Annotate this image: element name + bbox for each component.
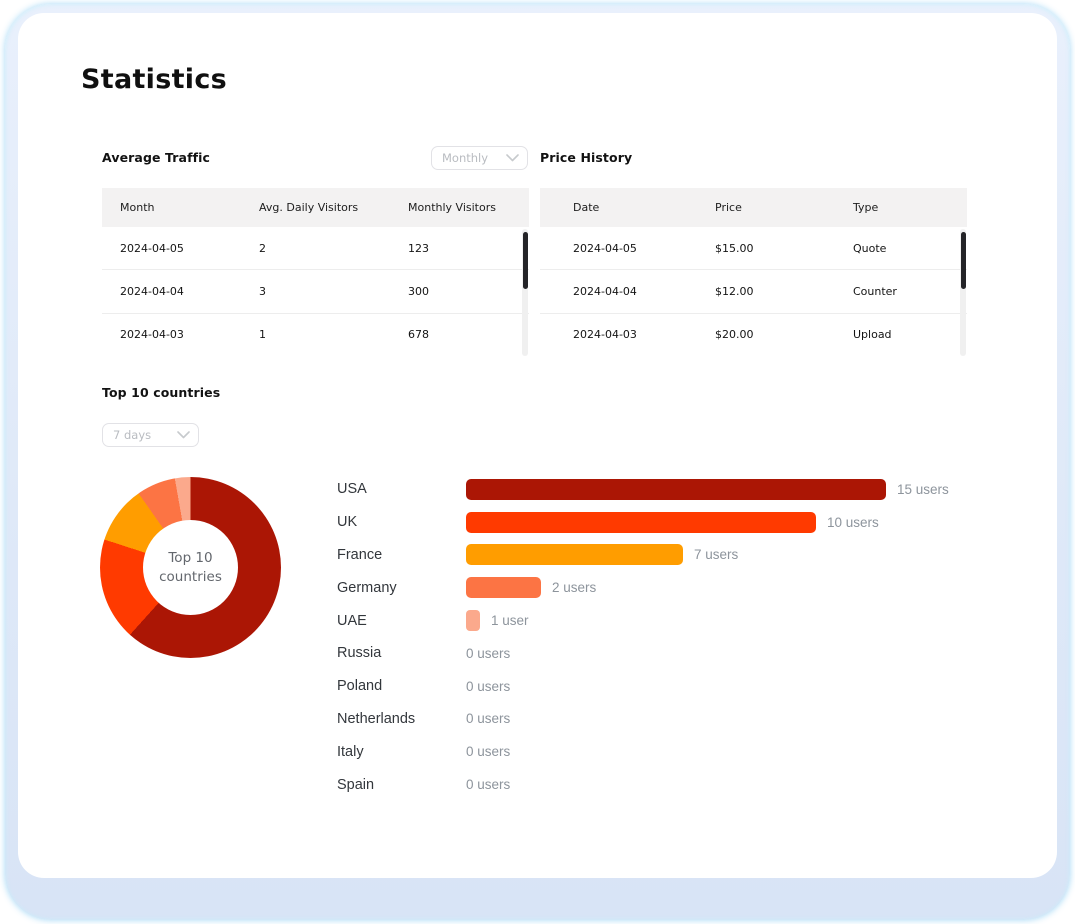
- scrollbar-track[interactable]: [522, 229, 528, 356]
- country-label: Russia: [337, 645, 466, 661]
- users-count-label: 0 users: [466, 777, 510, 792]
- country-label: UAE: [337, 613, 466, 629]
- countries-period-dropdown[interactable]: 7 days: [102, 423, 199, 447]
- average-traffic-heading: Average Traffic: [102, 150, 210, 165]
- scrollbar-track[interactable]: [960, 229, 966, 356]
- scrollbar-thumb[interactable]: [523, 232, 528, 289]
- table-cell: 123: [408, 242, 529, 255]
- bar-row: Italy0 users: [337, 735, 987, 768]
- column-header: Date: [573, 201, 715, 214]
- price-history-heading: Price History: [540, 150, 632, 165]
- table-body: 2024-04-0521232024-04-0433002024-04-0316…: [102, 227, 529, 356]
- donut-chart: Top 10 countries: [100, 477, 281, 658]
- column-header: Type: [853, 201, 967, 214]
- country-label: Germany: [337, 580, 466, 596]
- users-count-label: 0 users: [466, 711, 510, 726]
- table-cell: 2024-04-03: [573, 328, 715, 341]
- column-header: Avg. Daily Visitors: [259, 201, 408, 214]
- table-row: 2024-04-052123: [102, 227, 529, 270]
- users-count-label: 1 user: [491, 613, 529, 628]
- table-cell: 2024-04-05: [120, 242, 259, 255]
- bar-row: Russia0 users: [337, 637, 987, 670]
- table-cell: 2024-04-03: [120, 328, 259, 341]
- table-row: 2024-04-03$20.00Upload: [540, 314, 967, 356]
- price-history-table: DatePriceType 2024-04-05$15.00Quote2024-…: [540, 188, 967, 356]
- country-bar: [466, 479, 886, 500]
- country-bar: [466, 577, 541, 598]
- table-cell: $15.00: [715, 242, 853, 255]
- table-cell: 2: [259, 242, 408, 255]
- country-bar: [466, 544, 683, 565]
- page-title: Statistics: [81, 64, 227, 95]
- country-label: UK: [337, 514, 466, 530]
- users-count-label: 0 users: [466, 744, 510, 759]
- statistics-page: Statistics Average Traffic Monthly Price…: [0, 0, 1075, 924]
- chevron-down-icon: [177, 431, 190, 439]
- bar-row: UK 10 users: [337, 506, 987, 539]
- table-body: 2024-04-05$15.00Quote2024-04-04$12.00Cou…: [540, 227, 967, 356]
- users-count-label: 15 users: [897, 482, 949, 497]
- users-count-label: 7 users: [694, 547, 738, 562]
- table-cell: Quote: [853, 242, 967, 255]
- countries-bar-chart: USA 15 users UK 10 users France 7 users German…: [337, 473, 987, 801]
- table-header-row: DatePriceType: [540, 188, 967, 227]
- table-header-row: MonthAvg. Daily VisitorsMonthly Visitors: [102, 188, 529, 227]
- top10-countries-heading: Top 10 countries: [102, 385, 220, 400]
- chevron-down-icon: [506, 154, 519, 162]
- table-cell: 300: [408, 285, 529, 298]
- country-label: Poland: [337, 678, 466, 694]
- traffic-period-value: Monthly: [442, 151, 506, 165]
- table-cell: 678: [408, 328, 529, 341]
- table-cell: Upload: [853, 328, 967, 341]
- users-count-label: 0 users: [466, 646, 510, 661]
- country-bar: [466, 610, 480, 631]
- users-count-label: 10 users: [827, 515, 879, 530]
- country-label: Netherlands: [337, 711, 466, 727]
- bar-row: Spain0 users: [337, 768, 987, 801]
- countries-period-value: 7 days: [113, 428, 177, 442]
- table-cell: 2024-04-04: [573, 285, 715, 298]
- donut-center-label: Top 10 countries: [100, 477, 281, 658]
- table-cell: 3: [259, 285, 408, 298]
- table-cell: 2024-04-04: [120, 285, 259, 298]
- donut-center-line2: countries: [159, 568, 222, 586]
- country-label: Spain: [337, 777, 466, 793]
- users-count-label: 0 users: [466, 679, 510, 694]
- scrollbar-thumb[interactable]: [961, 232, 966, 289]
- average-traffic-table: MonthAvg. Daily VisitorsMonthly Visitors…: [102, 188, 529, 356]
- country-bar: [466, 512, 816, 533]
- donut-center-line1: Top 10: [168, 549, 212, 567]
- column-header: Month: [120, 201, 259, 214]
- country-label: France: [337, 547, 466, 563]
- traffic-period-dropdown[interactable]: Monthly: [431, 146, 528, 170]
- table-cell: $20.00: [715, 328, 853, 341]
- column-header: Price: [715, 201, 853, 214]
- bar-row: UAE 1 user: [337, 604, 987, 637]
- bar-row: USA 15 users: [337, 473, 987, 506]
- country-label: USA: [337, 481, 466, 497]
- table-row: 2024-04-05$15.00Quote: [540, 227, 967, 270]
- bar-row: Netherlands0 users: [337, 703, 987, 736]
- bar-row: Germany 2 users: [337, 571, 987, 604]
- table-cell: $12.00: [715, 285, 853, 298]
- table-row: 2024-04-04$12.00Counter: [540, 270, 967, 313]
- bar-row: Poland0 users: [337, 670, 987, 703]
- table-cell: 2024-04-05: [573, 242, 715, 255]
- column-header: Monthly Visitors: [408, 201, 529, 214]
- table-row: 2024-04-031678: [102, 314, 529, 356]
- bar-row: France 7 users: [337, 539, 987, 572]
- table-row: 2024-04-043300: [102, 270, 529, 313]
- country-label: Italy: [337, 744, 466, 760]
- table-cell: 1: [259, 328, 408, 341]
- table-cell: Counter: [853, 285, 967, 298]
- users-count-label: 2 users: [552, 580, 596, 595]
